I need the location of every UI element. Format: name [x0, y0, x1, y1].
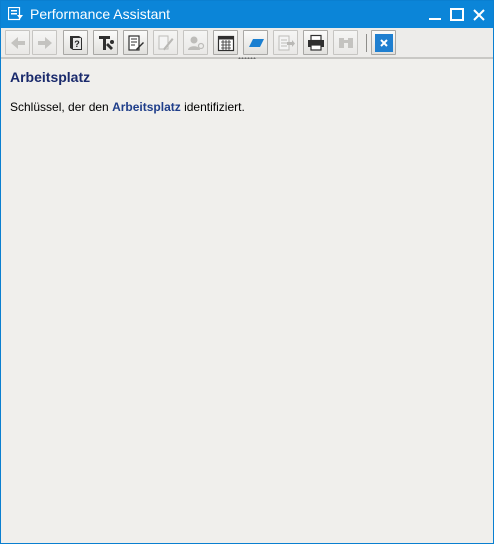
forward-button[interactable] — [32, 30, 57, 55]
technical-info-button[interactable] — [93, 30, 118, 55]
minimize-icon — [429, 18, 441, 20]
tools-icon — [99, 36, 114, 50]
print-button[interactable] — [303, 30, 328, 55]
flag-icon — [249, 39, 264, 47]
close-icon — [473, 9, 485, 21]
toolbar-separator — [366, 34, 367, 52]
arrow-right-icon — [38, 37, 52, 49]
description-text-before: Schlüssel, der den — [10, 100, 113, 114]
svg-text:?: ? — [74, 39, 80, 49]
printer-icon — [308, 34, 324, 51]
export-icon — [278, 35, 295, 51]
help-content: Arbeitsplatz Schlüssel, der den Arbeitsp… — [1, 59, 493, 543]
export-button[interactable] — [273, 30, 298, 55]
flag-button[interactable] — [243, 30, 268, 55]
calendar-icon — [217, 35, 235, 52]
help-description: Schlüssel, der den Arbeitsplatz identifi… — [10, 100, 245, 114]
back-button[interactable] — [5, 30, 30, 55]
user-key-icon — [188, 36, 205, 50]
description-text-after: identifiziert. — [180, 100, 245, 114]
minimize-button[interactable] — [425, 5, 445, 25]
maximize-icon — [450, 8, 464, 21]
arrow-left-icon — [11, 37, 25, 49]
app-icon — [7, 6, 24, 21]
edit-document-button[interactable] — [123, 30, 148, 55]
window-title: Performance Assistant — [30, 6, 171, 22]
help-book-icon: ? — [70, 36, 82, 50]
user-button[interactable] — [183, 30, 208, 55]
edit-text-button[interactable] — [153, 30, 178, 55]
toolbar: ? — [1, 28, 493, 59]
title-bar[interactable]: Performance Assistant — [1, 1, 493, 28]
help-heading: Arbeitsplatz — [10, 69, 91, 85]
calendar-button[interactable] — [213, 30, 238, 55]
binoculars-button[interactable] — [333, 30, 358, 55]
close-window-button[interactable] — [469, 5, 489, 25]
close-help-button[interactable] — [371, 30, 396, 55]
performance-assistant-window: Performance Assistant ? Arbeitsplatz Sch… — [0, 0, 494, 544]
maximize-button[interactable] — [447, 5, 467, 25]
close-icon — [375, 34, 393, 52]
arbeitsplatz-link[interactable]: Arbeitsplatz — [112, 100, 181, 114]
edit-document-icon — [128, 35, 144, 51]
help-book-button[interactable]: ? — [63, 30, 88, 55]
binoculars-icon — [339, 38, 353, 48]
pencil-icon — [158, 35, 174, 51]
